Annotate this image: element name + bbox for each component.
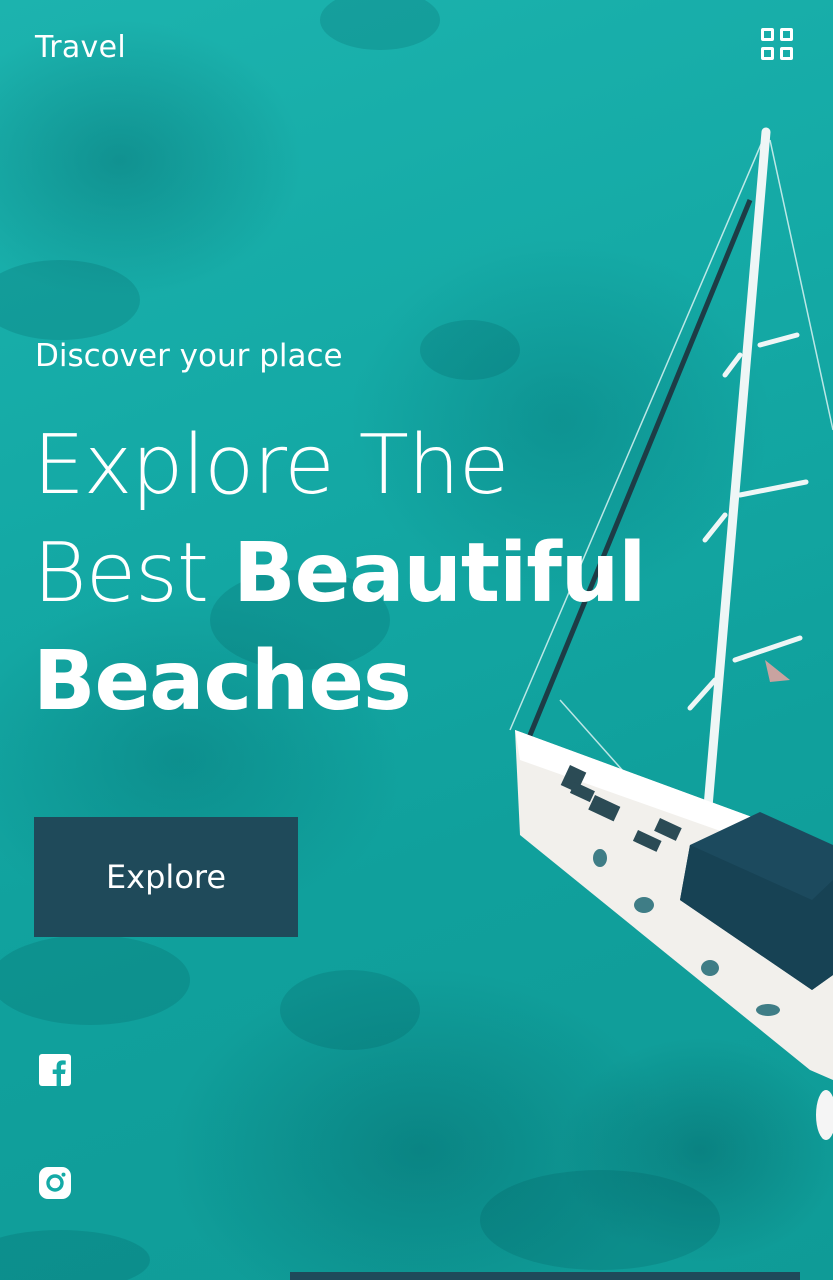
headline-line-3-bold: Beaches <box>33 634 412 729</box>
headline-line-1: Explore The <box>33 418 509 513</box>
bottom-bar <box>290 1272 800 1280</box>
facebook-icon[interactable] <box>38 1053 72 1087</box>
grid-menu-icon[interactable] <box>761 28 795 62</box>
grid-menu-cell <box>780 47 793 60</box>
grid-menu-cell <box>761 47 774 60</box>
headline-line-2-light: Best <box>33 526 209 621</box>
headline-line-2-bold: Beautiful <box>233 526 646 621</box>
instagram-icon[interactable] <box>38 1166 72 1200</box>
grid-menu-cell <box>761 28 774 41</box>
grid-menu-cell <box>780 28 793 41</box>
hero-tagline: Discover your place <box>35 338 343 374</box>
explore-button[interactable]: Explore <box>34 817 298 937</box>
brand-logo[interactable]: Travel <box>35 30 126 65</box>
hero-headline: Explore The Best Beautiful Beaches <box>33 412 646 736</box>
